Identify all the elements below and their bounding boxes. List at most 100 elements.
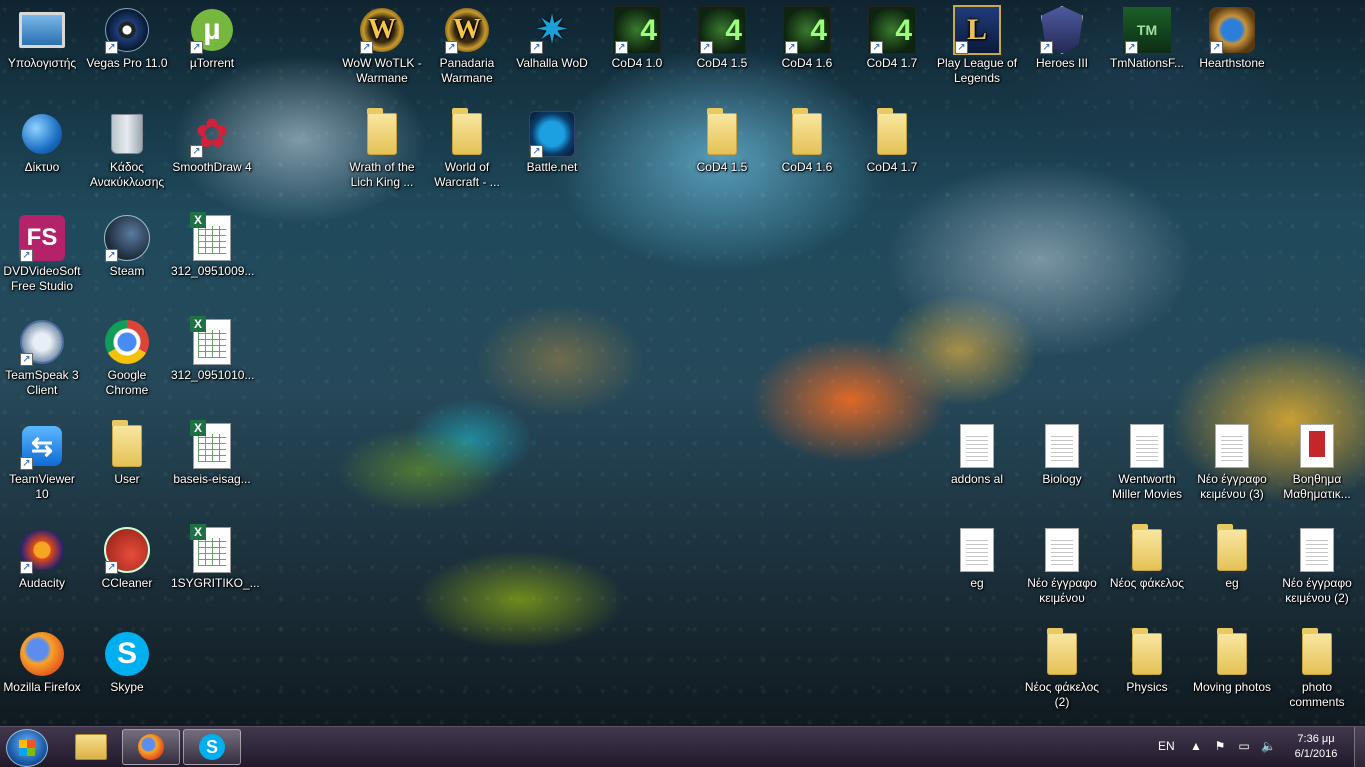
desktop-icon-new-folder[interactable]: Νέος φάκελος bbox=[1105, 524, 1189, 591]
desktop-icon-valhalla-wod[interactable]: ✷ ↗ Valhalla WoD bbox=[510, 6, 594, 71]
desktop-icon-firefox[interactable]: Mozilla Firefox bbox=[0, 630, 84, 695]
taskbar-explorer-button[interactable] bbox=[62, 729, 120, 765]
shortcut-arrow-icon: ↗ bbox=[190, 41, 203, 54]
desktop-icon-panadaria[interactable]: W ↗ Panadaria Warmane bbox=[425, 6, 509, 86]
desktop-icon-new-folder-2[interactable]: Νέος φάκελος (2) bbox=[1020, 628, 1104, 710]
desktop-icon-cod4-15[interactable]: 4 ↗ CoD4 1.5 bbox=[680, 6, 764, 71]
clock-date: 6/1/2016 bbox=[1294, 748, 1338, 760]
desktop-icon-steam[interactable]: ↗ Steam bbox=[85, 214, 169, 279]
language-indicator[interactable]: EN bbox=[1158, 739, 1175, 753]
desktop-icon-excel-312-0951009[interactable]: 312_0951009... bbox=[170, 212, 254, 279]
desktop-icon-folder-cod4-17[interactable]: CoD4 1.7 bbox=[850, 108, 934, 175]
desktop-icon-folder-cod4-16[interactable]: CoD4 1.6 bbox=[765, 108, 849, 175]
show-desktop-button[interactable] bbox=[1354, 727, 1365, 767]
valhalla-icon: ✷ ↗ bbox=[528, 6, 576, 54]
windows-explorer-icon bbox=[75, 734, 107, 760]
folder-icon bbox=[1123, 524, 1171, 574]
desktop-icon-excel-312-0951010[interactable]: 312_0951010... bbox=[170, 316, 254, 383]
text-file-icon bbox=[1293, 526, 1341, 574]
desktop-icon-photo-comments[interactable]: photo comments bbox=[1275, 628, 1359, 710]
desktop-icon-eg-folder[interactable]: eg bbox=[1190, 524, 1274, 591]
folder-icon bbox=[783, 108, 831, 158]
folder-icon bbox=[358, 108, 406, 158]
taskbar-firefox-button[interactable] bbox=[122, 729, 180, 765]
desktop-icon-recycle-bin[interactable]: Κάδος Ανακύκλωσης bbox=[85, 110, 169, 190]
desktop-icon-excel-baseis[interactable]: baseis-eisag... bbox=[170, 420, 254, 487]
shortcut-arrow-icon: ↗ bbox=[530, 145, 543, 158]
desktop-icon-dvdvideosoft[interactable]: FS ↗ DVDVideoSoft Free Studio bbox=[0, 214, 84, 294]
desktop-icon-new-text-3[interactable]: Νέο έγγραφο κειμένου (3) bbox=[1190, 422, 1274, 502]
desktop-icon-network[interactable]: Δίκτυο bbox=[0, 110, 84, 175]
desktop-icon-physics[interactable]: Physics bbox=[1105, 628, 1189, 695]
cod4-icon: 4 ↗ bbox=[868, 6, 916, 54]
desktop-icon-cod4-16[interactable]: 4 ↗ CoD4 1.6 bbox=[765, 6, 849, 71]
vegas-pro-icon: ↗ bbox=[103, 6, 151, 54]
volume-icon[interactable]: 🔈 bbox=[1261, 739, 1276, 753]
system-clock[interactable]: 7:36 μμ 6/1/2016 bbox=[1285, 732, 1347, 762]
desktop-icon-skype[interactable]: S Skype bbox=[85, 630, 169, 695]
desktop-icon-heroes-iii[interactable]: ↗ Heroes III bbox=[1020, 6, 1104, 71]
desktop-icon-tmnations[interactable]: TM ↗ TmNationsF... bbox=[1105, 6, 1189, 71]
skype-icon: S bbox=[199, 734, 225, 760]
taskbar-skype-button[interactable]: S bbox=[183, 729, 241, 765]
desktop-icon-teamspeak[interactable]: ↗ TeamSpeak 3 Client bbox=[0, 318, 84, 398]
shortcut-arrow-icon: ↗ bbox=[20, 353, 33, 366]
desktop-icon-cod4-17[interactable]: 4 ↗ CoD4 1.7 bbox=[850, 6, 934, 71]
chrome-icon bbox=[103, 318, 151, 366]
network-icon[interactable]: ▭ bbox=[1237, 739, 1251, 753]
text-file-icon bbox=[953, 422, 1001, 470]
shortcut-arrow-icon: ↗ bbox=[20, 457, 33, 470]
desktop-icon-user[interactable]: User bbox=[85, 420, 169, 487]
shortcut-arrow-icon: ↗ bbox=[530, 41, 543, 54]
desktop-icon-teamviewer[interactable]: ⇆ ↗ TeamViewer 10 bbox=[0, 422, 84, 502]
desktop-icon-smoothdraw[interactable]: ✿ ↗ SmoothDraw 4 bbox=[170, 110, 254, 175]
desktop-icon-new-text-2[interactable]: Νέο έγγραφο κειμένου (2) bbox=[1275, 526, 1359, 606]
start-button[interactable] bbox=[6, 729, 48, 767]
desktop-icon-computer[interactable]: Υπολογιστής bbox=[0, 6, 84, 71]
desktop-icon-ccleaner[interactable]: ↗ CCleaner bbox=[85, 526, 169, 591]
desktop-icon-wentworth-miller[interactable]: Wentworth Miller Movies bbox=[1105, 422, 1189, 502]
folder-icon bbox=[1038, 628, 1086, 678]
desktop-icon-battlenet[interactable]: ↗ Battle.net bbox=[510, 110, 594, 175]
folder-icon bbox=[1208, 524, 1256, 574]
shortcut-arrow-icon: ↗ bbox=[785, 41, 798, 54]
desktop-icon-new-text[interactable]: Νέο έγγραφο κειμένου bbox=[1020, 526, 1104, 606]
heroes-iii-icon: ↗ bbox=[1038, 6, 1086, 54]
desktop-icon-excel-1sygritiko[interactable]: 1SYGRITIKO_... bbox=[170, 524, 260, 591]
shortcut-arrow-icon: ↗ bbox=[615, 41, 628, 54]
shortcut-arrow-icon: ↗ bbox=[955, 41, 968, 54]
desktop-icon-folder-wrath[interactable]: Wrath of the Lich King ... bbox=[340, 108, 424, 190]
desktop-icon-hearthstone[interactable]: ↗ Hearthstone bbox=[1190, 6, 1274, 71]
text-file-icon bbox=[1038, 526, 1086, 574]
battlenet-icon: ↗ bbox=[528, 110, 576, 158]
desktop-icon-cod4-10[interactable]: 4 ↗ CoD4 1.0 bbox=[595, 6, 679, 71]
desktop-icon-moving-photos[interactable]: Moving photos bbox=[1190, 628, 1274, 695]
text-file-icon bbox=[953, 526, 1001, 574]
desktop-icon-folder-world-of-warcraft[interactable]: World of Warcraft - ... bbox=[425, 108, 509, 190]
windows-logo-icon bbox=[19, 740, 35, 756]
teamviewer-icon: ⇆ ↗ bbox=[18, 422, 66, 470]
desktop-icon-biology[interactable]: Biology bbox=[1020, 422, 1104, 487]
desktop-icon-utorrent[interactable]: µ ↗ µTorrent bbox=[170, 6, 254, 71]
desktop-icon-league-of-legends[interactable]: L ↗ Play League of Legends bbox=[935, 5, 1019, 86]
desktop-icon-audacity[interactable]: ↗ Audacity bbox=[0, 526, 84, 591]
recycle-bin-icon bbox=[103, 110, 151, 158]
desktop-icon-wow-wotlk[interactable]: W ↗ WoW WoTLK - Warmane bbox=[340, 6, 424, 86]
desktop-icon-chrome[interactable]: Google Chrome bbox=[85, 318, 169, 398]
shortcut-arrow-icon: ↗ bbox=[445, 41, 458, 54]
desktop-icon-vegas-pro[interactable]: ↗ Vegas Pro 11.0 bbox=[85, 6, 169, 71]
smoothdraw-icon: ✿ ↗ bbox=[188, 110, 236, 158]
shortcut-arrow-icon: ↗ bbox=[105, 41, 118, 54]
pdf-file-icon bbox=[1293, 422, 1341, 470]
action-center-flag-icon[interactable]: ⚑ bbox=[1213, 739, 1227, 753]
excel-file-icon bbox=[188, 420, 236, 470]
show-hidden-icons-chevron-icon[interactable]: ▲ bbox=[1189, 739, 1203, 753]
desktop-icon-eg-text[interactable]: eg bbox=[935, 526, 1019, 591]
utorrent-icon: µ ↗ bbox=[188, 6, 236, 54]
shortcut-arrow-icon: ↗ bbox=[20, 249, 33, 262]
desktop-icon-voithima-pdf[interactable]: Βοηθημα Μαθηματικ... bbox=[1275, 422, 1359, 502]
desktop-icon-addons-al[interactable]: addons al bbox=[935, 422, 1019, 487]
desktop-icon-folder-cod4-15[interactable]: CoD4 1.5 bbox=[680, 108, 764, 175]
shortcut-arrow-icon: ↗ bbox=[1040, 41, 1053, 54]
wow-icon: W ↗ bbox=[443, 6, 491, 54]
